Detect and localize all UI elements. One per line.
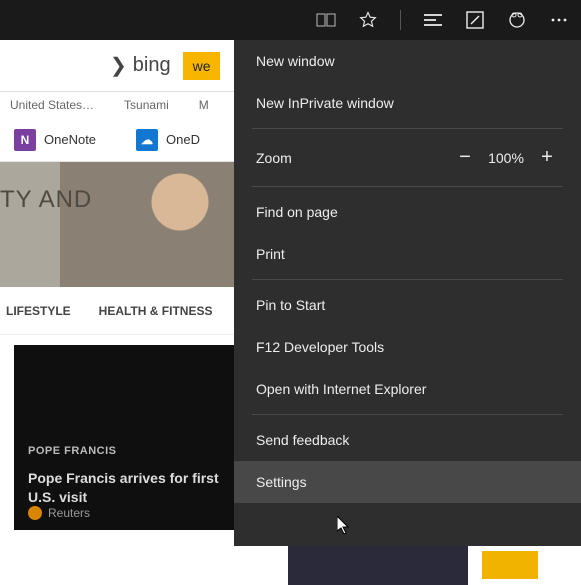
menu-divider [252, 186, 563, 187]
divider [400, 10, 401, 30]
bottom-banner[interactable] [288, 545, 468, 585]
menu-settings[interactable]: Settings [234, 461, 581, 503]
menu-divider [252, 128, 563, 129]
menu-print[interactable]: Print [234, 233, 581, 275]
reuters-icon [28, 506, 42, 520]
trending-item[interactable]: Tsunami [124, 98, 169, 112]
menu-devtools[interactable]: F12 Developer Tools [234, 326, 581, 368]
hero-image [60, 162, 260, 287]
menu-pin[interactable]: Pin to Start [234, 284, 581, 326]
more-icon[interactable] [549, 10, 569, 30]
menu-divider [252, 279, 563, 280]
nav-item-health[interactable]: HEALTH & FITNESS [99, 304, 213, 318]
search-scope-tab[interactable]: we [183, 52, 221, 80]
trending-item[interactable]: United States… [10, 98, 94, 112]
title-bar [0, 0, 581, 40]
menu-find[interactable]: Find on page [234, 191, 581, 233]
favorites-star-icon[interactable] [358, 10, 378, 30]
more-menu: New window New InPrivate window Zoom − 1… [234, 40, 581, 546]
hub-icon[interactable] [423, 10, 443, 30]
hero-headline: TY AND [0, 186, 92, 214]
bing-logo[interactable]: ❯ bing [110, 53, 171, 78]
onenote-icon: N [14, 129, 36, 151]
menu-zoom-row: Zoom − 100% + [234, 133, 581, 182]
zoom-out-button[interactable]: − [451, 146, 479, 169]
favorite-onenote[interactable]: N OneNote [14, 129, 96, 151]
favorite-label: OneD [166, 132, 200, 147]
share-icon[interactable] [507, 10, 527, 30]
reading-view-icon[interactable] [316, 10, 336, 30]
zoom-value: 100% [479, 150, 533, 166]
source-label: Reuters [48, 506, 90, 520]
trending-item[interactable]: M [199, 98, 209, 112]
menu-new-inprivate[interactable]: New InPrivate window [234, 82, 581, 124]
story-tag: POPE FRANCIS [28, 445, 117, 457]
bing-b-icon: ❯ [110, 53, 127, 78]
story-headline: Pope Francis arrives for first U.S. visi… [28, 469, 225, 507]
menu-divider [252, 414, 563, 415]
story-source: Reuters [28, 506, 90, 520]
story-card[interactable]: POPE FRANCIS Pope Francis arrives for fi… [14, 345, 239, 530]
banner-button[interactable] [482, 551, 538, 579]
bing-label: bing [133, 54, 171, 77]
nav-item-lifestyle[interactable]: LIFESTYLE [6, 304, 71, 318]
onedrive-icon: ☁ [136, 129, 158, 151]
menu-new-window[interactable]: New window [234, 40, 581, 82]
favorite-onedrive[interactable]: ☁ OneD [136, 129, 200, 151]
menu-open-ie[interactable]: Open with Internet Explorer [234, 368, 581, 410]
web-note-icon[interactable] [465, 10, 485, 30]
zoom-in-button[interactable]: + [533, 146, 561, 169]
menu-feedback[interactable]: Send feedback [234, 419, 581, 461]
favorite-label: OneNote [44, 132, 96, 147]
zoom-label: Zoom [256, 150, 451, 166]
